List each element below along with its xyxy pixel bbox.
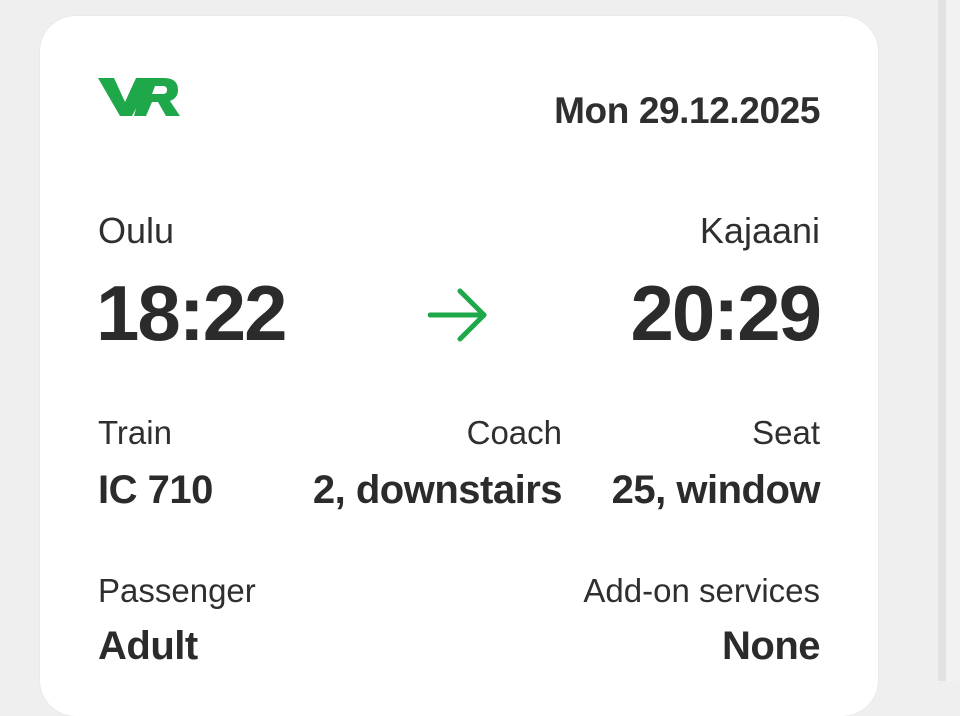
departure-time: 18:22 (96, 269, 287, 357)
train-label: Train (98, 414, 172, 451)
coach-label: Coach (466, 414, 562, 451)
vr-logo (98, 78, 180, 116)
seat-label: Seat (752, 414, 820, 451)
passenger-value: Adult (98, 624, 198, 668)
arrival-city: Kajaani (699, 210, 820, 251)
passenger-label: Passenger (98, 572, 256, 609)
train-value: IC 710 (98, 468, 213, 512)
ticket-card: Mon 29.12.2025 Oulu Kajaani 18:22 20:29 … (40, 16, 878, 716)
side-scrollbar[interactable] (938, 0, 960, 681)
addon-services-value: None (722, 624, 821, 668)
addon-services-label: Add-on services (583, 572, 820, 609)
arrow-right-icon (428, 288, 487, 342)
travel-date: Mon 29.12.2025 (554, 90, 820, 131)
coach-value: 2, downstairs (312, 468, 563, 512)
seat-value: 25, window (611, 468, 821, 512)
arrival-time: 20:29 (630, 269, 822, 357)
departure-city: Oulu (98, 210, 175, 251)
